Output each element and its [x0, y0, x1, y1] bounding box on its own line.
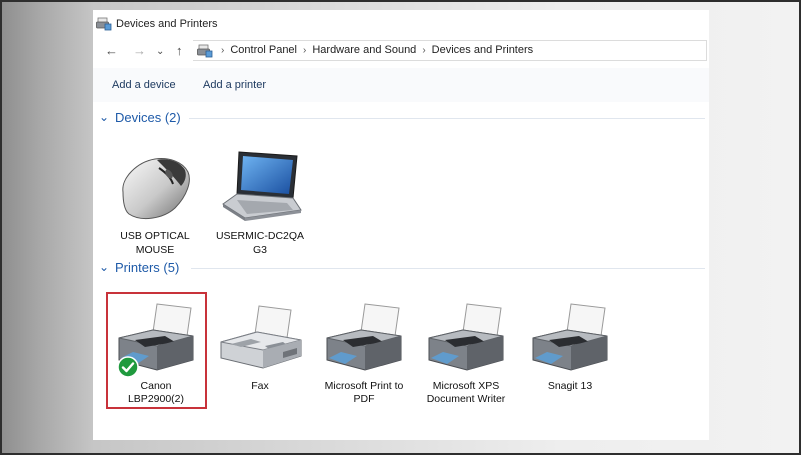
breadcrumb-devices-and-printers[interactable]: Devices and Printers [432, 44, 534, 56]
printer-fax[interactable]: Fax [213, 302, 307, 402]
device-label: G3 [252, 244, 267, 256]
breadcrumb-control-panel[interactable]: Control Panel [230, 44, 297, 56]
printers-group-header[interactable]: ⌄ Printers (5) [97, 259, 707, 279]
fax-icon [220, 305, 302, 369]
address-bar[interactable]: › Control Panel › Hardware and Sound › Device… [193, 40, 707, 61]
printer-microsoft-print-to-pdf[interactable]: Microsoft Print to PDF [317, 302, 411, 405]
device-label: MOUSE [135, 244, 175, 256]
printer-icon [428, 303, 504, 371]
device-label: USB OPTICAL [120, 230, 190, 242]
printer-label: PDF [353, 393, 375, 405]
up-arrow-icon[interactable]: ↑ [176, 42, 183, 60]
device-usermic-dc2qag3[interactable]: USERMIC-DC2QA G3 [211, 148, 309, 256]
device-usb-optical-mouse[interactable]: USB OPTICAL MOUSE [109, 148, 201, 256]
breadcrumb-separator-icon[interactable]: › [422, 45, 425, 56]
devices-printers-icon [197, 44, 213, 58]
devices-printers-icon [96, 17, 112, 31]
address-row: ← → ⌄ ↑ › Control Panel › Hardware and Soun… [93, 40, 709, 62]
chevron-down-icon: ⌄ [99, 260, 110, 274]
printer-label: Document Writer [426, 393, 506, 405]
breadcrumb: › Control Panel › Hardware and Sound › Device… [215, 44, 533, 56]
laptop-icon [222, 151, 302, 221]
printer-label: Microsoft XPS [432, 380, 500, 392]
printer-label: Snagit 13 [547, 380, 593, 392]
screenshot-frame: Devices and Printers ← → ⌄ ↑ › Control Pa… [0, 0, 801, 455]
printer-snagit-13[interactable]: Snagit 13 [523, 302, 617, 402]
group-divider [189, 118, 705, 119]
printer-label: Microsoft Print to [324, 380, 404, 392]
printer-icon [532, 303, 608, 371]
default-printer-check-icon [117, 356, 139, 378]
devices-group-header[interactable]: ⌄ Devices (2) [97, 109, 707, 129]
breadcrumb-separator-icon[interactable]: › [303, 45, 306, 56]
devices-group-title: Devices (2) [115, 110, 181, 125]
devices-and-printers-window: Devices and Printers ← → ⌄ ↑ › Control Pa… [93, 10, 709, 440]
window-title: Devices and Printers [116, 18, 218, 30]
printer-label: LBP2900(2) [127, 393, 185, 405]
breadcrumb-hardware-and-sound[interactable]: Hardware and Sound [312, 44, 416, 56]
breadcrumb-separator-icon[interactable]: › [221, 45, 224, 56]
group-divider [191, 268, 705, 269]
printers-group-title: Printers (5) [115, 260, 180, 275]
mouse-icon [122, 158, 190, 220]
printer-label: Canon [140, 380, 172, 392]
printer-label: Fax [251, 380, 269, 392]
printer-microsoft-xps-document-writer[interactable]: Microsoft XPS Document Writer [419, 302, 513, 405]
recent-locations-chevron-icon[interactable]: ⌄ [156, 43, 164, 61]
back-arrow-icon[interactable]: ← [105, 42, 118, 60]
add-device-button[interactable]: Add a device [112, 79, 176, 91]
printer-icon [326, 303, 402, 371]
command-bar: Add a device Add a printer [93, 68, 709, 102]
forward-arrow-icon[interactable]: → [133, 42, 146, 60]
printer-canon-lbp2900[interactable]: Canon LBP2900(2) [109, 302, 203, 405]
title-bar: Devices and Printers [93, 16, 709, 34]
chevron-down-icon: ⌄ [99, 110, 110, 124]
add-printer-button[interactable]: Add a printer [203, 79, 266, 91]
device-label: USERMIC-DC2QA [215, 230, 305, 242]
